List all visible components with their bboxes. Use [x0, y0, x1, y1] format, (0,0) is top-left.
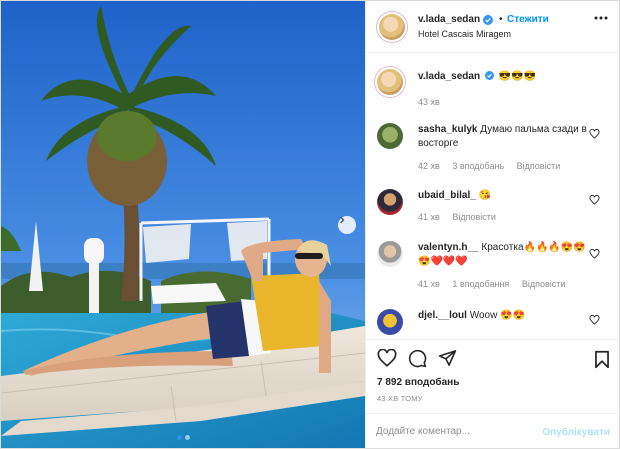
publish-button[interactable]: Опублікувати [542, 427, 610, 438]
comment-item: ubaid_bilal_ 😘 41 хв Відповісти [366, 187, 620, 231]
comment-time: 41 хв [418, 212, 440, 222]
post-header: v.lada_sedan • Стежити Hotel Cascais Mir… [366, 1, 620, 53]
like-comment-heart-icon[interactable] [589, 195, 600, 205]
carousel-next-button[interactable] [338, 216, 356, 234]
post-side-panel: v.lada_sedan • Стежити Hotel Cascais Mir… [365, 1, 620, 449]
commenter-username[interactable]: sasha_kulyk [418, 124, 478, 135]
caption-body: 😎😎😎 [498, 71, 536, 82]
comment-text: sasha_kulyk Думаю пальма сзади в восторг… [418, 123, 590, 151]
author-avatar[interactable] [377, 12, 407, 42]
comment-time: 42 хв [418, 161, 440, 171]
comment-text: djel.__loul Woow 😍😍 [418, 309, 590, 323]
caption-time: 43 хв [418, 97, 440, 107]
caption: v.lada_sedan 😎😎😎 43 хв [366, 67, 620, 117]
post-photo[interactable] [1, 1, 365, 448]
comment-meta: 41 хв Відповісти [418, 212, 506, 222]
comments-list[interactable]: v.lada_sedan 😎😎😎 43 хв sasha_kulyk Думаю… [366, 53, 620, 339]
comment-likes-count[interactable]: 1 вподобання [452, 279, 509, 289]
verified-badge-icon [483, 15, 493, 25]
comment-item: valentyn.h__ Красотка🔥🔥🔥😍😍😍❤️❤️❤️ 41 хв … [366, 239, 620, 295]
comment-text: ubaid_bilal_ 😘 [418, 189, 590, 203]
verified-badge-icon [484, 71, 494, 80]
like-comment-heart-icon[interactable] [589, 249, 600, 259]
like-comment-heart-icon[interactable] [589, 129, 600, 139]
comment-body: Woow 😍😍 [469, 310, 525, 321]
commenter-username[interactable]: ubaid_bilal_ [418, 190, 476, 201]
carousel-dot [176, 435, 182, 440]
reply-button[interactable]: Відповісти [522, 279, 566, 289]
carousel-indicator [1, 435, 365, 440]
commenter-avatar[interactable] [377, 123, 403, 149]
post-timestamp[interactable]: 43 ХВ ТОМУ [377, 394, 423, 403]
caption-meta: 43 хв [418, 97, 450, 107]
author-username[interactable]: v.lada_sedan [418, 14, 480, 25]
reply-button[interactable]: Відповісти [452, 212, 496, 222]
post-actions-bar: 7 892 вподобань 43 ХВ ТОМУ [366, 339, 620, 409]
follow-separator: • [499, 14, 503, 25]
comment-text: valentyn.h__ Красотка🔥🔥🔥😍😍😍❤️❤️❤️ [418, 241, 590, 269]
comment-meta: 42 хв 3 вподобань Відповісти [418, 161, 570, 171]
more-horizontal-icon[interactable] [594, 16, 608, 20]
caption-username[interactable]: v.lada_sedan [418, 71, 480, 82]
comment-meta: 41 хв 1 вподобання Відповісти [418, 279, 575, 289]
chevron-right-icon [340, 216, 345, 224]
comment-input[interactable] [376, 422, 536, 440]
bookmark-save-icon[interactable] [594, 350, 610, 369]
commenter-avatar[interactable] [377, 189, 403, 215]
comment-likes-count[interactable]: 3 вподобань [452, 161, 504, 171]
add-comment-form: Опублікувати [366, 413, 620, 449]
pool-scene-illustration [1, 1, 365, 448]
comment-item: djel.__loul Woow 😍😍 [366, 307, 620, 339]
comment-item: sasha_kulyk Думаю пальма сзади в восторг… [366, 123, 620, 179]
comment-body: 😘 [478, 190, 492, 201]
like-comment-heart-icon[interactable] [589, 315, 600, 325]
caption-avatar[interactable] [375, 67, 405, 97]
likes-count[interactable]: 7 892 вподобань [377, 377, 459, 388]
comment-bubble-icon[interactable] [408, 349, 427, 368]
commenter-avatar[interactable] [377, 309, 403, 335]
commenter-username[interactable]: djel.__loul [418, 310, 467, 321]
instagram-post: v.lada_sedan • Стежити Hotel Cascais Mir… [0, 0, 620, 449]
post-location[interactable]: Hotel Cascais Miragem [418, 29, 511, 39]
commenter-username[interactable]: valentyn.h__ [418, 242, 479, 253]
reply-button[interactable]: Відповісти [517, 161, 561, 171]
commenter-avatar[interactable] [377, 241, 403, 267]
follow-button[interactable]: Стежити [507, 14, 549, 25]
comment-time: 41 хв [418, 279, 440, 289]
caption-text: v.lada_sedan 😎😎😎 [418, 70, 590, 84]
carousel-dot [184, 435, 190, 440]
like-heart-icon[interactable] [377, 349, 397, 367]
share-send-icon[interactable] [438, 349, 457, 367]
